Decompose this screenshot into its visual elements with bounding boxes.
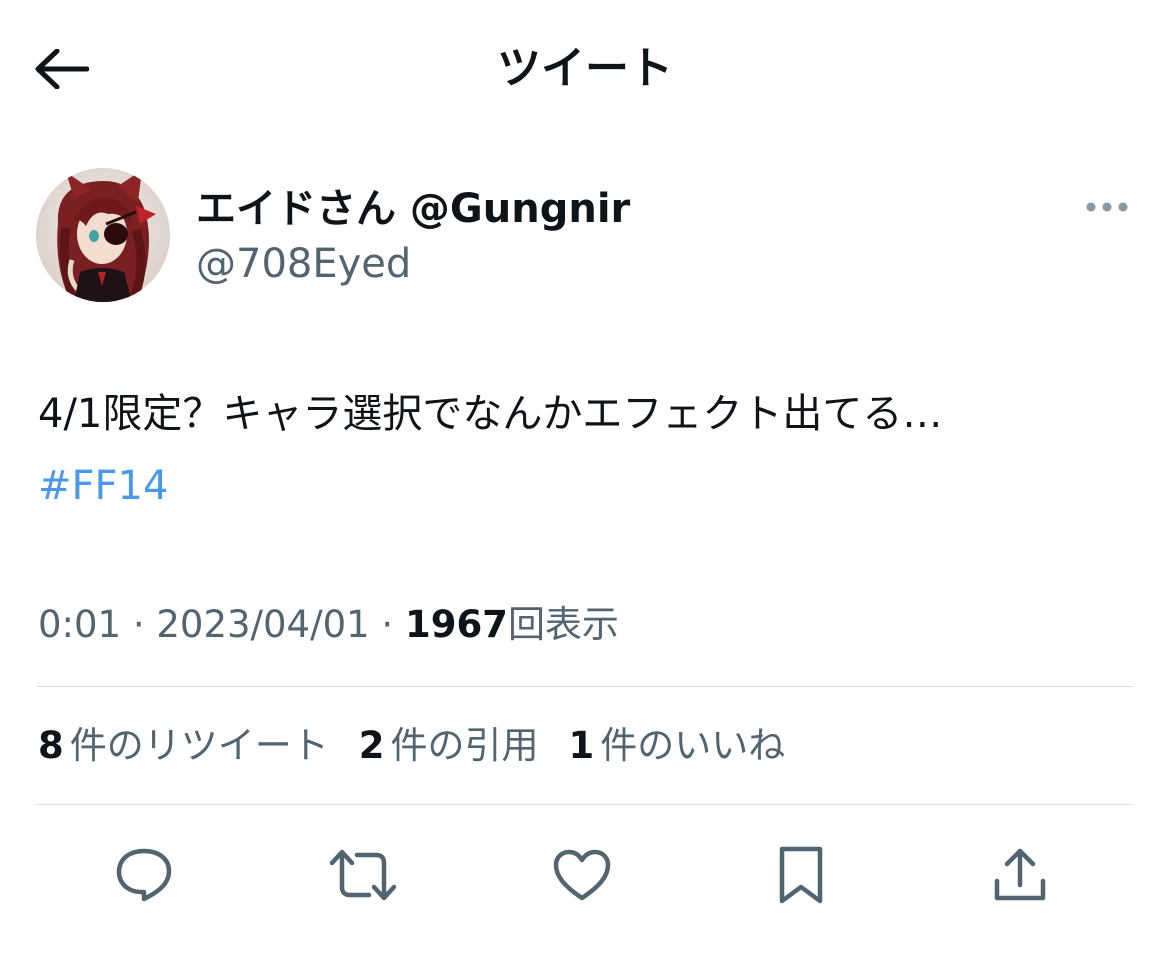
- tweet-meta: 0:01 · 2023/04/01 · 1967回表示: [38, 598, 619, 652]
- tweet-date[interactable]: 2023/04/01: [156, 603, 369, 646]
- retweet-icon: [329, 849, 397, 901]
- retweet-button[interactable]: [318, 830, 408, 920]
- like-count-link[interactable]: 1 件のいいね: [569, 719, 786, 773]
- more-horizontal-icon: [1086, 202, 1128, 212]
- like-button[interactable]: [537, 830, 627, 920]
- avatar-image: [36, 168, 170, 302]
- retweet-count-link[interactable]: 8 件のリツイート: [38, 719, 329, 773]
- reply-button[interactable]: [99, 830, 189, 920]
- tweet-author: エイドさん @Gungnir @708Eyed: [36, 168, 1136, 308]
- bookmark-icon: [779, 846, 823, 904]
- meta-separator: ·: [369, 603, 405, 646]
- views-label: 回表示: [507, 603, 619, 646]
- page-title: ツイート: [497, 43, 673, 94]
- author-display-name[interactable]: エイドさん @Gungnir: [196, 184, 630, 234]
- share-button[interactable]: [975, 830, 1065, 920]
- bookmark-button[interactable]: [756, 830, 846, 920]
- like-label: 件のいいね: [600, 724, 786, 767]
- author-handle[interactable]: @708Eyed: [196, 239, 411, 289]
- top-bar: ツイート: [0, 0, 1170, 135]
- retweet-label: 件のリツイート: [69, 724, 329, 767]
- tweet-actions: [0, 830, 1170, 920]
- meta-separator: ·: [121, 603, 157, 646]
- quote-label: 件の引用: [390, 724, 539, 767]
- views-count: 1967: [404, 603, 508, 646]
- tweet-stats: 8 件のリツイート 2 件の引用 1 件のいいね: [38, 719, 815, 773]
- quote-count-link[interactable]: 2 件の引用: [359, 719, 539, 773]
- divider: [36, 686, 1134, 687]
- reply-icon: [116, 848, 172, 902]
- retweet-count: 8: [38, 724, 64, 767]
- like-heart-icon: [553, 849, 611, 901]
- like-count: 1: [568, 724, 595, 767]
- tweet-body: 4/1限定？キャラ選択でなんかエフェクト出てる… #FF14: [38, 378, 942, 522]
- hashtag-link[interactable]: #FF14: [38, 463, 168, 509]
- quote-count: 2: [358, 724, 385, 767]
- more-options-button[interactable]: [1082, 192, 1132, 222]
- share-icon: [994, 848, 1046, 901]
- avatar[interactable]: [36, 168, 170, 302]
- divider: [36, 804, 1134, 805]
- tweet-text: 4/1限定？キャラ選択でなんかエフェクト出てる…: [38, 391, 943, 437]
- tweet-time[interactable]: 0:01: [38, 603, 121, 646]
